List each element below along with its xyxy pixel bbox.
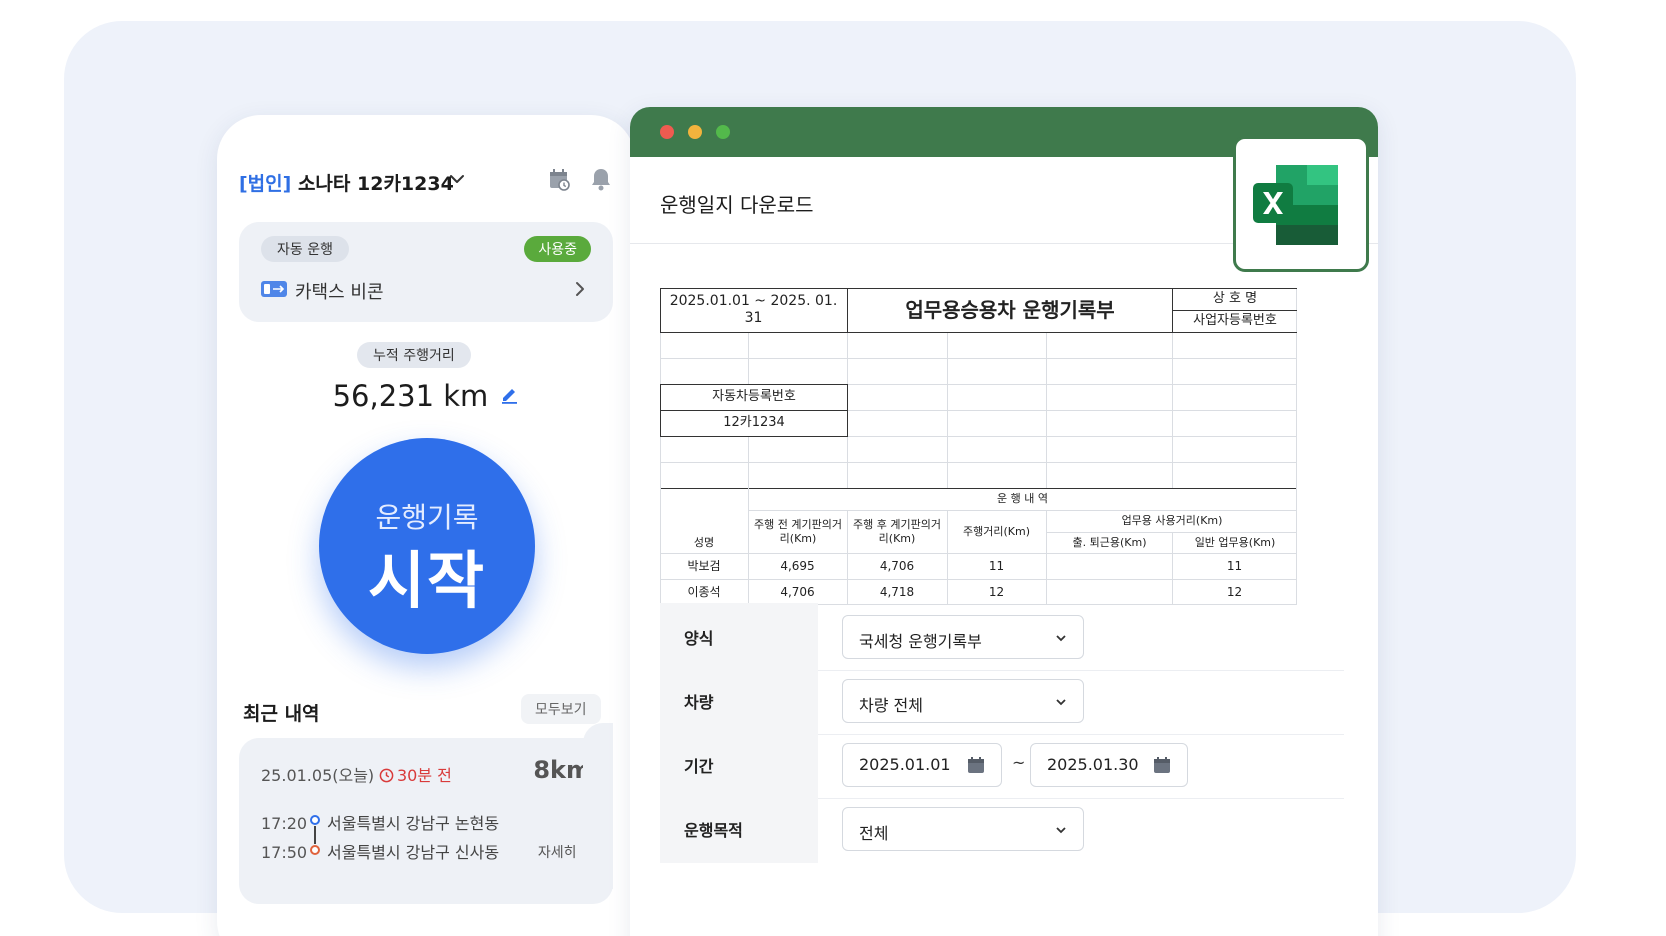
beacon-icon bbox=[261, 281, 287, 297]
odometer: 56,231 km bbox=[217, 379, 635, 413]
vehicle-selector[interactable]: [법인] 소나타 12카1234 bbox=[239, 169, 454, 196]
destination-dot bbox=[310, 845, 320, 855]
row-general: 12 bbox=[1226, 584, 1243, 599]
beacon-row[interactable]: 카택스 비콘 bbox=[261, 276, 591, 304]
beacon-name: 카택스 비콘 bbox=[295, 282, 384, 303]
excel-badge bbox=[1233, 136, 1369, 272]
status-badge: 사용중 bbox=[524, 236, 591, 262]
chevron-down-icon bbox=[1056, 635, 1066, 642]
bell-icon[interactable] bbox=[587, 165, 615, 193]
origin-time: 17:20 bbox=[261, 814, 308, 833]
trip-destination: 17:50 서울특별시 강남구 신사동 bbox=[261, 839, 499, 863]
col-general: 일반 업무용(Km) bbox=[1194, 535, 1276, 549]
close-window-button[interactable] bbox=[660, 125, 674, 139]
calendar-icon[interactable] bbox=[545, 165, 573, 193]
trip-origin: 17:20 서울특별시 강남구 논현동 bbox=[261, 810, 499, 834]
business-number-label: 사업자등록번호 bbox=[1193, 312, 1277, 328]
date-separator: ~ bbox=[1012, 753, 1026, 772]
trip-date: 25.01.05(오늘) bbox=[261, 766, 375, 785]
format-label: 양식 bbox=[684, 629, 714, 648]
row-name: 이종석 bbox=[687, 584, 721, 599]
destination-time: 17:50 bbox=[261, 843, 308, 862]
end-date-value: 2025.01.30 bbox=[1047, 755, 1139, 774]
form-row-vehicle: 차량 차량 전체 bbox=[660, 667, 1344, 735]
origin-address: 서울특별시 강남구 논현동 bbox=[327, 814, 500, 833]
chevron-down-icon[interactable] bbox=[445, 167, 469, 191]
maximize-window-button[interactable] bbox=[716, 125, 730, 139]
odometer-label: 누적 주행거리 bbox=[357, 342, 471, 368]
sheet-period: 2025.01.01 ~ 2025. 01. 31 bbox=[669, 292, 838, 327]
purpose-value: 전체 bbox=[859, 824, 889, 843]
vehicle-value: 차량 전체 bbox=[859, 696, 923, 715]
start-record-button[interactable]: 운행기록 시작 bbox=[319, 438, 535, 654]
col-commute: 출. 퇴근용(Km) bbox=[1072, 535, 1147, 549]
row-before: 4,706 bbox=[780, 584, 815, 599]
row-before: 4,695 bbox=[780, 559, 815, 573]
row-name: 박보검 bbox=[687, 559, 721, 573]
purpose-select[interactable]: 전체 bbox=[842, 807, 1084, 851]
calendar-icon[interactable] bbox=[1153, 756, 1171, 774]
start-date-value: 2025.01.01 bbox=[859, 755, 951, 774]
app-header: [법인] 소나타 12카1234 bbox=[239, 161, 615, 201]
section-label: 운 행 내 역 bbox=[997, 492, 1048, 506]
start-date-input[interactable]: 2025.01.01 bbox=[842, 743, 1002, 787]
period-label: 기간 bbox=[684, 757, 714, 776]
col-name: 성명 bbox=[693, 535, 715, 549]
destination-address: 서울특별시 강남구 신사동 bbox=[327, 843, 500, 862]
chevron-down-icon bbox=[1056, 699, 1066, 706]
window-title: 운행일지 다운로드 bbox=[660, 193, 814, 217]
trip-time-ago: 30분 전 bbox=[379, 762, 452, 786]
row-commute bbox=[1046, 580, 1172, 604]
trip-ago-text: 30분 전 bbox=[397, 766, 452, 785]
format-value: 국세청 운행기록부 bbox=[859, 632, 982, 651]
odometer-value: 56,231 km bbox=[332, 379, 489, 413]
col-before: 주행 전 계기판의거리(Km) bbox=[754, 518, 842, 545]
vehicle-select[interactable]: 차량 전체 bbox=[842, 679, 1084, 723]
end-date-input[interactable]: 2025.01.30 bbox=[1030, 743, 1188, 787]
vehicle-name: 소나타 12카1234 bbox=[297, 173, 454, 195]
excel-icon bbox=[1253, 165, 1338, 245]
row-after: 4,706 bbox=[879, 559, 915, 573]
car-reg-label: 자동차등록번호 bbox=[712, 388, 796, 404]
row-general: 11 bbox=[1226, 559, 1243, 573]
logbook-preview: 2025.01.01 ~ 2025. 01. 31 업무용승용차 운행기록부 상… bbox=[660, 288, 1340, 620]
company-name-label: 상 호 명 bbox=[1212, 290, 1258, 306]
form-row-purpose: 운행목적 전체 bbox=[660, 795, 1344, 863]
auto-drive-card[interactable]: 자동 운행 사용중 카택스 비콘 bbox=[239, 222, 613, 322]
start-button-main: 시작 bbox=[367, 544, 487, 617]
next-trip-card bbox=[583, 723, 613, 889]
car-reg-value: 12카1234 bbox=[723, 414, 785, 430]
auto-drive-label: 자동 운행 bbox=[261, 236, 349, 262]
origin-dot bbox=[310, 815, 320, 825]
format-select[interactable]: 국세청 운행기록부 bbox=[842, 615, 1084, 659]
pencil-icon[interactable] bbox=[499, 384, 519, 404]
chevron-right-icon bbox=[576, 282, 584, 296]
col-after: 주행 후 계기판의거리(Km) bbox=[853, 518, 941, 545]
clock-icon bbox=[379, 768, 394, 783]
col-distance: 주행거리(Km) bbox=[963, 524, 1030, 538]
view-all-button[interactable]: 모두보기 bbox=[521, 694, 601, 724]
mobile-app-screen: [법인] 소나타 12카1234 자동 운행 사용중 카택스 비콘 누적 주행거… bbox=[217, 115, 635, 936]
minimize-window-button[interactable] bbox=[688, 125, 702, 139]
row-after: 4,718 bbox=[879, 584, 915, 599]
col-business: 업무용 사용거리(Km) bbox=[1121, 514, 1223, 528]
row-commute bbox=[1046, 554, 1172, 579]
row-distance: 11 bbox=[988, 559, 1005, 573]
recent-title: 최근 내역 bbox=[243, 703, 320, 725]
row-distance: 12 bbox=[988, 584, 1005, 599]
form-row-format: 양식 국세청 운행기록부 bbox=[660, 603, 1344, 671]
sheet-title: 업무용승용차 운행기록부 bbox=[905, 297, 1115, 322]
calendar-icon[interactable] bbox=[967, 756, 985, 774]
chevron-down-icon bbox=[1056, 827, 1066, 834]
form-row-period: 기간 2025.01.01 ~ 2025.01.30 bbox=[660, 731, 1344, 799]
trip-detail-label: 자세히 bbox=[537, 845, 577, 861]
purpose-label: 운행목적 bbox=[684, 821, 743, 840]
route-connector bbox=[314, 826, 316, 844]
trip-card[interactable]: 25.01.05(오늘) 30분 전 8km 17:20 서울특별시 강남구 논현… bbox=[239, 738, 613, 904]
corp-tag: [법인] bbox=[239, 173, 292, 195]
vehicle-label: 차량 bbox=[684, 693, 714, 712]
